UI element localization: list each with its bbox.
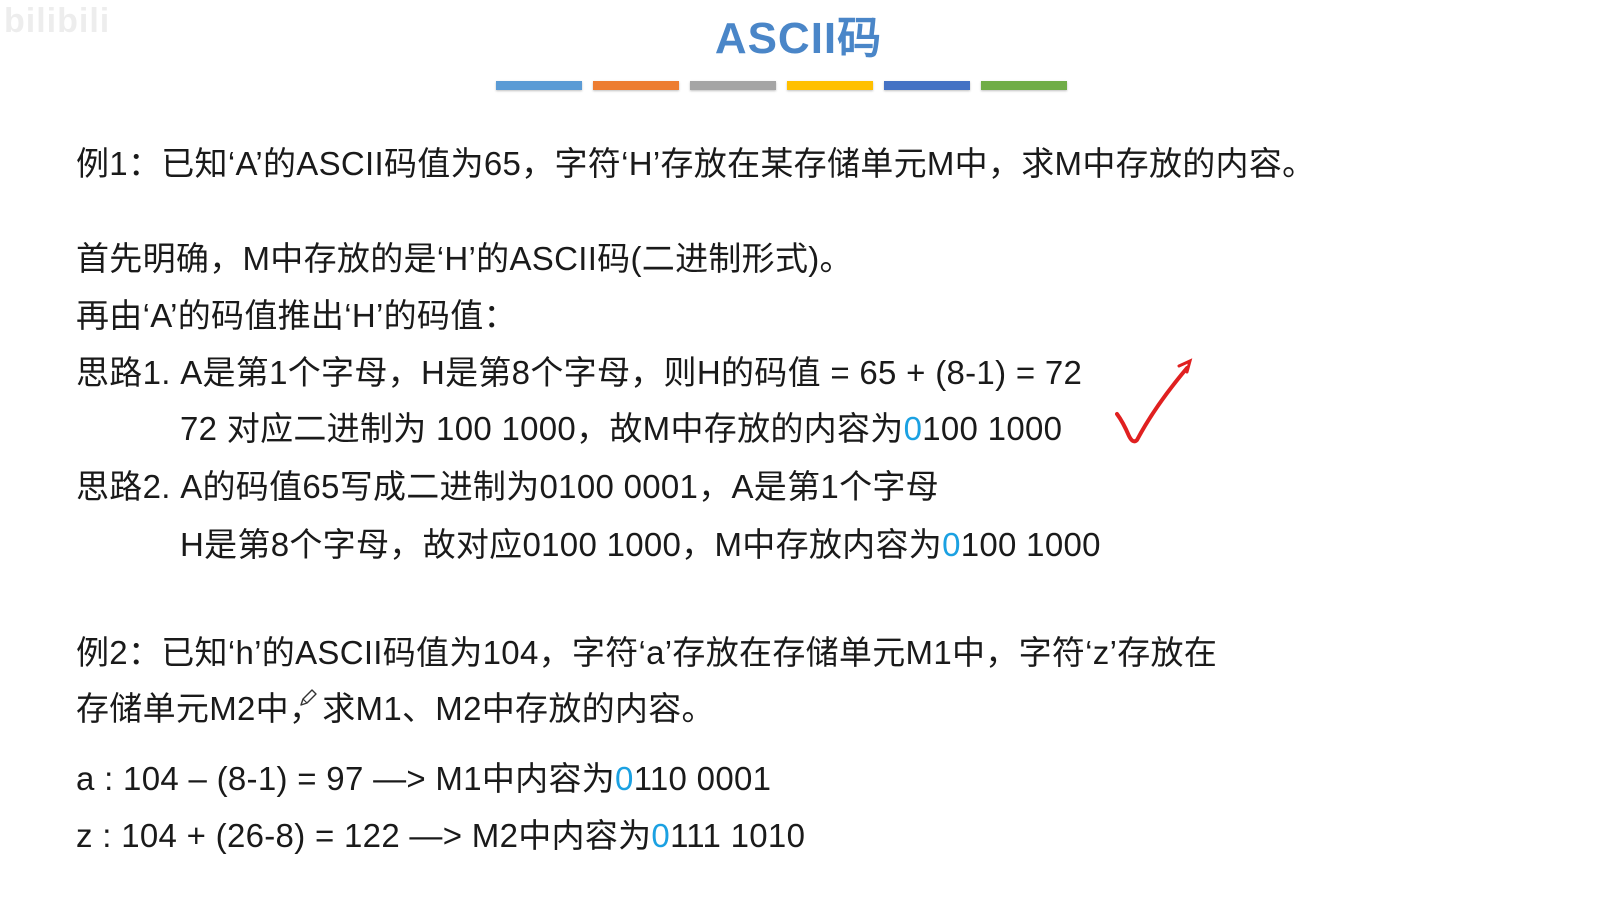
idea2-line2-prefix: H是第8个字母，故对应0100 1000，M中存放内容为 xyxy=(180,526,943,563)
idea2-line2: H是第8个字母，故对应0100 1000，M中存放内容为0100 1000 xyxy=(180,525,1101,565)
example1-step1: 首先明确，M中存放的是‘H’的ASCII码(二进制形式)。 xyxy=(76,240,853,277)
idea1-line2-prefix: 72 对应二进制为 100 1000，故M中存放的内容为 xyxy=(180,410,904,447)
color-bar-6 xyxy=(981,81,1067,90)
example2-a-prefix: a : 104 – (8-1) = 97 —> M1中内容为 xyxy=(76,760,616,797)
checkmark-icon xyxy=(1115,358,1193,444)
color-bar-1 xyxy=(496,81,582,90)
idea1-line1: 思路1. A是第1个字母，H是第8个字母，则H的码值 = 65 + (8-1) … xyxy=(76,354,1083,391)
example2-question-line1: 例2：已知‘h’的ASCII码值为104，字符‘a’存放在存储单元M1中，字符‘… xyxy=(76,634,1218,671)
example2-a-highlight: 0 xyxy=(615,760,634,797)
color-bar-3 xyxy=(690,81,776,90)
example1-step2: 再由‘A’的码值推出‘H’的码值： xyxy=(76,297,517,334)
example2-z-prefix: z : 104 + (26-8) = 122 —> M2中内容为 xyxy=(76,817,652,854)
idea1-line2-highlight: 0 xyxy=(903,410,923,447)
idea2-line2-suffix: 100 1000 xyxy=(960,526,1101,563)
color-bar-5 xyxy=(884,81,970,90)
example2-a-line: a : 104 – (8-1) = 97 —> M1中内容为0110 0001 xyxy=(76,759,771,799)
example2-z-highlight: 0 xyxy=(651,817,671,854)
idea1-line2-suffix: 100 1000 xyxy=(922,410,1063,447)
color-bar-2 xyxy=(593,81,679,90)
color-bar-4 xyxy=(787,81,873,90)
slide-title: ASCII码 xyxy=(714,14,883,63)
idea2-line1: 思路2. A的码值65写成二进制为0100 0001，A是第1个字母 xyxy=(76,468,939,505)
example2-a-suffix: 110 0001 xyxy=(633,760,772,797)
pencil-cursor-icon xyxy=(300,689,317,706)
example1-question: 例1：已知‘A’的ASCII码值为65，字符‘H’存放在某存储单元M中，求M中存… xyxy=(76,145,1316,182)
idea1-line2: 72 对应二进制为 100 1000，故M中存放的内容为0100 1000 xyxy=(180,409,1062,449)
example2-question-line2: 存储单元M2中，求M1、M2中存放的内容。 xyxy=(76,690,715,727)
example2-z-line: z : 104 + (26-8) = 122 —> M2中内容为0111 101… xyxy=(76,816,805,856)
idea2-line2-highlight: 0 xyxy=(942,526,961,563)
example2-z-suffix: 111 1010 xyxy=(670,817,806,854)
